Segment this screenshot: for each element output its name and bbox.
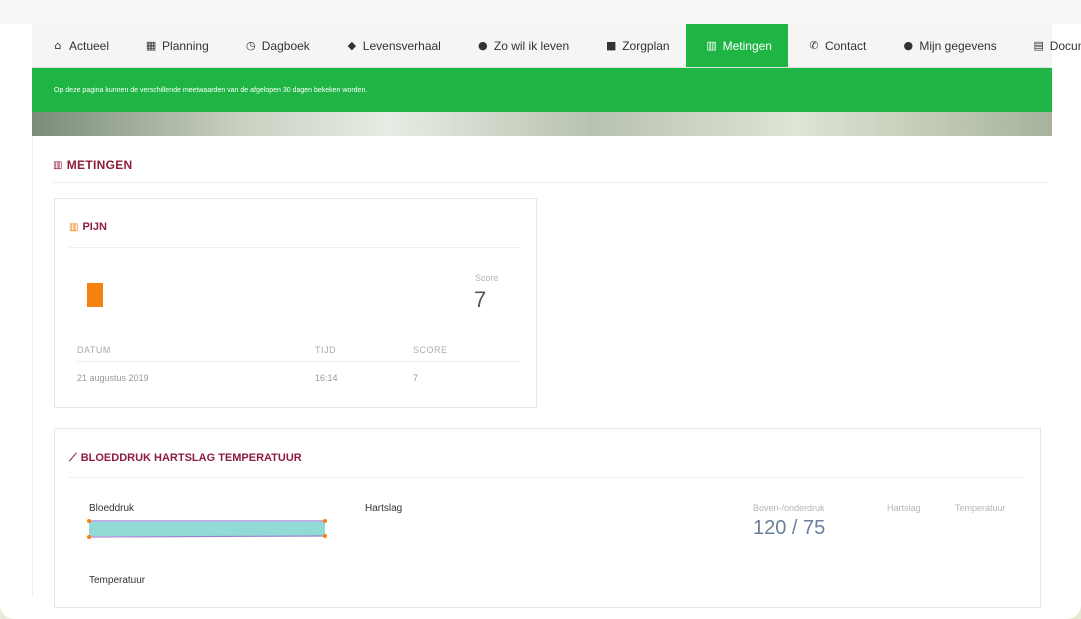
- section-title: ▥ METINGEN: [53, 158, 132, 172]
- nav-item-label: Mijn gegevens: [919, 38, 997, 53]
- bar-chart-icon: ▥: [69, 221, 79, 233]
- app-window: ⌂ Actueel ▦ Planning ◷ Dagboek ◆ Levensverhaal ●…: [0, 0, 1081, 619]
- bank-icon: ⌂: [54, 39, 62, 52]
- stat-label-hartslag: Hartslag: [887, 503, 921, 513]
- file-icon: ■: [606, 39, 617, 52]
- user-icon: ●: [478, 39, 488, 52]
- info-banner: Op deze pagina kunnen de verschillende m…: [32, 68, 1052, 112]
- chart-icon: ▥: [706, 39, 717, 52]
- bloeddruk-value: 120 / 75: [753, 517, 826, 539]
- top-edge: [0, 0, 1081, 24]
- nav-item-label: Planning: [162, 38, 209, 53]
- nav-item-zorgplan[interactable]: ■ Zorgplan: [585, 24, 685, 67]
- nav-item-zo-wil-ik-leven[interactable]: ● Zo wil ik leven: [457, 24, 585, 67]
- pijn-card-divider: [69, 247, 521, 248]
- bloeddruk-card-divider: [69, 477, 1025, 478]
- book-icon: ◆: [347, 39, 357, 52]
- temperatuur-label: Temperatuur: [89, 575, 146, 586]
- bloeddruk-point: [87, 535, 91, 539]
- section-title-text: METINGEN: [66, 158, 133, 172]
- bloeddruk-chart: [87, 519, 327, 539]
- bloeddruk-band: [89, 522, 325, 536]
- nav-item-label: Dagboek: [261, 38, 310, 53]
- main-content: ▥ METINGEN ▥ PIJN Score 7 DATUM TIJD SCO…: [32, 136, 1052, 608]
- pijn-card: ▥ PIJN Score 7 DATUM TIJD SCORE 21 augus…: [54, 198, 537, 408]
- table-header-score: SCORE: [413, 345, 448, 355]
- pijn-score-value: 7: [474, 287, 487, 312]
- pijn-score-label: Score: [475, 273, 499, 283]
- nav-item-label: Documenten: [1049, 38, 1081, 53]
- nav-item-label: Zo wil ik leven: [493, 38, 570, 53]
- bar-chart-icon: ▥: [53, 159, 63, 171]
- pijn-score-bar: [87, 283, 103, 307]
- nav-item-label: Actueel: [69, 38, 110, 53]
- nav-item-label: Zorgplan: [622, 38, 670, 53]
- stat-label-temperatuur: Temperatuur: [955, 503, 1006, 513]
- calendar-icon: ▦: [145, 39, 157, 52]
- bloeddruk-point: [323, 519, 327, 523]
- nav-item-contact[interactable]: ✆ Contact: [788, 24, 882, 67]
- bloeddruk-point: [87, 519, 91, 523]
- info-banner-text: Op deze pagina kunnen de verschillende m…: [54, 86, 368, 94]
- hero-image: [32, 112, 1052, 136]
- bloeddruk-card-title: ⟋ BLOEDDRUK HARTSLAG TEMPERATUUR: [69, 451, 302, 465]
- main-navigation: ⌂ Actueel ▦ Planning ◷ Dagboek ◆ Levensverhaal ●…: [32, 24, 1081, 68]
- nav-item-planning[interactable]: ▦ Planning: [125, 24, 225, 67]
- pijn-title-text: PIJN: [82, 221, 107, 233]
- section-divider: [53, 182, 1048, 183]
- table-cell-tijd: 16:14: [315, 373, 338, 383]
- table-header-divider: [77, 361, 521, 362]
- user-icon: ●: [903, 39, 914, 52]
- bloeddruk-title-text: BLOEDDRUK HARTSLAG TEMPERATUUR: [80, 452, 302, 464]
- bloeddruk-label: Bloeddruk: [89, 503, 135, 514]
- nav-item-label: Levensverhaal: [362, 38, 441, 53]
- document-icon: ▤: [1033, 39, 1044, 52]
- table-cell-score: 7: [413, 373, 419, 383]
- clock-icon: ◷: [245, 39, 256, 52]
- table-header-datum: DATUM: [77, 345, 111, 355]
- nav-item-metingen[interactable]: ▥ Metingen: [685, 24, 788, 67]
- stat-label-bovenonder: Boven-/onderdruk: [753, 503, 825, 513]
- nav-item-dagboek[interactable]: ◷ Dagboek: [225, 24, 326, 67]
- table-cell-datum: 21 augustus 2019: [77, 373, 149, 383]
- nav-item-label: Metingen: [722, 38, 772, 53]
- bloeddruk-point: [323, 534, 327, 538]
- line-chart-icon: ⟋: [69, 451, 77, 464]
- nav-item-documenten[interactable]: ▤ Documenten: [1013, 24, 1081, 67]
- table-header-tijd: TIJD: [315, 345, 336, 355]
- nav-item-levensverhaal[interactable]: ◆ Levensverhaal: [326, 24, 457, 67]
- hartslag-label: Hartslag: [365, 503, 403, 514]
- phone-icon: ✆: [809, 39, 819, 52]
- nav-item-actueel[interactable]: ⌂ Actueel: [32, 24, 125, 67]
- bloeddruk-line-bottom: [88, 535, 326, 538]
- pijn-card-title: ▥ PIJN: [69, 221, 107, 233]
- nav-item-mijn-gegevens[interactable]: ● Mijn gegevens: [882, 24, 1012, 67]
- nav-item-label: Contact: [824, 38, 867, 53]
- bloeddruk-card: ⟋ BLOEDDRUK HARTSLAG TEMPERATUUR Bloeddr…: [54, 428, 1041, 608]
